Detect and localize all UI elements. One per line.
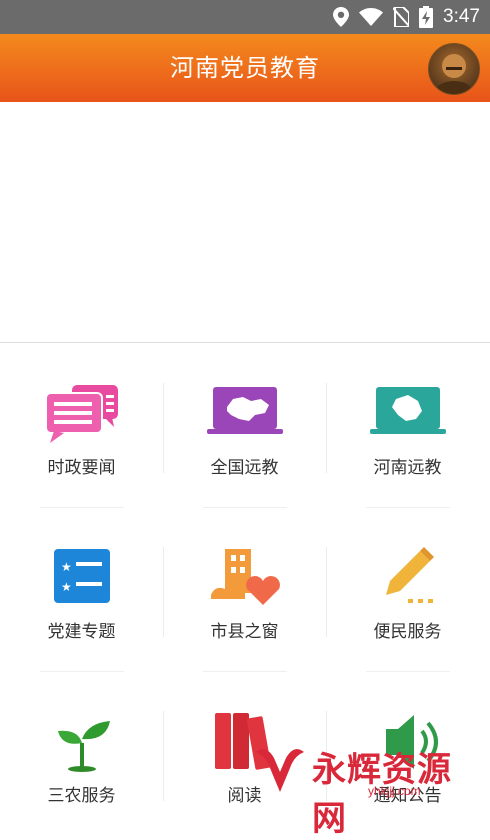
svg-text:★: ★ [61, 580, 72, 594]
star-list-icon: ★ ★ [53, 549, 110, 603]
no-sim-icon [393, 7, 410, 27]
status-icons: 3:47 [333, 6, 480, 28]
watermark: 永辉资源网 yhkjjj.com [250, 740, 480, 839]
menu-item-label: 河南远教 [373, 458, 442, 478]
menu-item-label: 时政要闻 [47, 458, 116, 478]
menu-item-convenience-services[interactable]: 便民服务 [326, 507, 489, 671]
avatar-face-icon [436, 54, 472, 94]
status-bar: 3:47 [0, 0, 490, 34]
watermark-url: yhkjjj.com [368, 784, 421, 798]
menu-item-city-window[interactable]: 市县之窗 [163, 507, 326, 671]
svg-text:★: ★ [61, 560, 72, 574]
building-heart-icon [210, 549, 280, 605]
menu-item-news[interactable]: 时政要闻 [0, 343, 163, 507]
menu-item-label: 全国远教 [210, 458, 279, 478]
china-map-laptop-icon [206, 387, 283, 434]
menu-item-label: 党建专题 [47, 622, 116, 642]
watermark-logo-icon [256, 749, 304, 792]
banner-area [0, 102, 490, 342]
menu-grid: 时政要闻 全国远教 河南远教 ★ ★ 党建专题 市县之窗 便民服务 三农服务 阅… [0, 343, 490, 806]
menu-item-agriculture-services[interactable]: 三农服务 [0, 671, 163, 835]
menu-item-label: 三农服务 [47, 786, 116, 806]
menu-item-party-topics[interactable]: ★ ★ 党建专题 [0, 507, 163, 671]
wifi-icon [359, 8, 384, 26]
battery-charging-icon [419, 6, 434, 28]
sprout-icon [57, 721, 110, 772]
app-header: 河南党员教育 [0, 34, 490, 102]
menu-item-national-education[interactable]: 全国远教 [163, 343, 326, 507]
user-avatar[interactable] [428, 43, 480, 95]
location-icon [333, 7, 350, 27]
menu-item-label: 市县之窗 [210, 622, 279, 642]
news-chat-icon [44, 385, 118, 443]
pencil-icon [385, 547, 434, 603]
status-time: 3:47 [443, 6, 480, 27]
henan-map-laptop-icon [369, 387, 446, 434]
page-title: 河南党员教育 [170, 54, 320, 82]
menu-item-henan-education[interactable]: 河南远教 [326, 343, 489, 507]
menu-item-label: 便民服务 [373, 622, 442, 642]
